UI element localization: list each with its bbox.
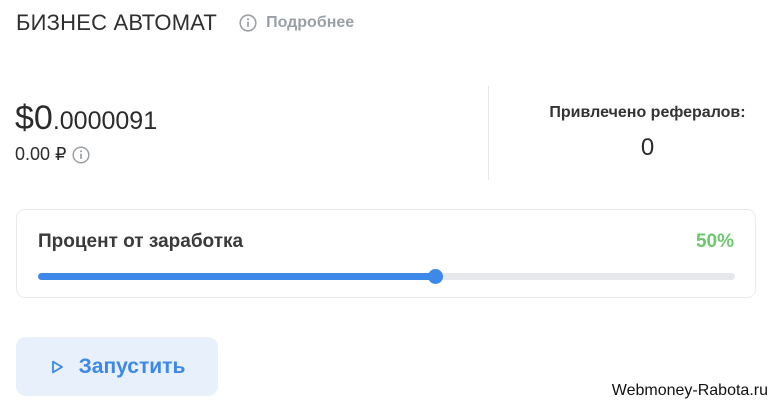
more-info-link[interactable]: Подробнее (239, 14, 354, 32)
usd-balance-main: $0 (15, 99, 53, 137)
info-icon (239, 14, 257, 32)
earnings-percent-value: 50% (695, 231, 734, 252)
start-button-label: Запустить (78, 354, 186, 378)
play-icon (49, 359, 65, 375)
header: БИЗНЕС АВТОМАТ Подробнее (16, 10, 354, 36)
watermark: Webmoney-Rabota.ru (611, 382, 768, 399)
usd-balance-fraction: .0000091 (52, 107, 158, 135)
vertical-divider (488, 86, 489, 180)
balance-block: $0 .0000091 0.00 ₽ (15, 98, 157, 165)
start-button[interactable]: Запустить (16, 337, 218, 396)
slider-handle[interactable] (428, 269, 444, 284)
rub-balance: 0.00 ₽ (15, 144, 157, 165)
referrals-label: Привлечено рефералов: (549, 104, 746, 121)
page-title: БИЗНЕС АВТОМАТ (16, 10, 218, 35)
referrals-count: 0 (640, 134, 655, 161)
rub-balance-value: 0.00 ₽ (15, 144, 67, 164)
earnings-percent-card: Процент от заработка 50% (16, 209, 756, 298)
more-info-label: Подробнее (266, 14, 355, 31)
earnings-percent-slider[interactable] (38, 269, 735, 284)
info-icon[interactable] (71, 145, 90, 164)
earnings-percent-label: Процент от заработка (38, 231, 244, 252)
usd-balance: $0 .0000091 (15, 98, 157, 138)
referrals-block: Привлечено рефералов: 0 (530, 104, 765, 162)
slider-fill (38, 273, 436, 280)
